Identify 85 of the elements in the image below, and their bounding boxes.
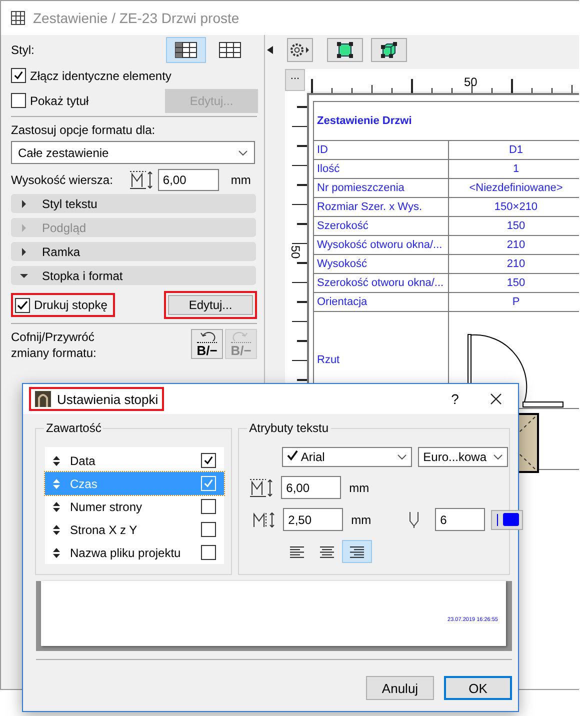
settings-button[interactable] xyxy=(287,38,313,62)
edit-button[interactable]: Edytuj... xyxy=(164,291,257,319)
select-frame-button[interactable] xyxy=(327,38,363,62)
apply-label: Zastosuj opcje formatu dla: xyxy=(11,123,156,137)
window-title: Zestawienie / ZE-23 Drzwi proste xyxy=(33,10,240,26)
text-width-icon xyxy=(251,510,278,530)
table-cell: Rozmiar Szer. x Wys. xyxy=(314,198,448,216)
ruler-label: 50 xyxy=(464,75,478,89)
list-item[interactable]: Numer strony xyxy=(45,495,224,518)
caret-icon xyxy=(493,454,504,460)
reorder-icon[interactable] xyxy=(53,548,60,558)
grid-icon xyxy=(11,11,25,25)
collapsed-triangle-icon xyxy=(20,200,28,208)
checkbox[interactable] xyxy=(11,93,26,108)
section-header[interactable]: Ramka xyxy=(11,242,256,261)
text-height-icon xyxy=(249,476,276,498)
ok-button[interactable]: OK xyxy=(444,676,512,700)
checkbox-icon[interactable] xyxy=(15,298,30,312)
section-header[interactable]: Stopka i format xyxy=(11,266,256,285)
more-button[interactable]: ... xyxy=(285,69,305,91)
row-height-label: Wysokość wiersza: xyxy=(11,172,113,186)
list-item[interactable]: Strona X z Y xyxy=(45,518,224,541)
pen-field[interactable]: 6 xyxy=(435,508,486,531)
checkbox[interactable] xyxy=(201,499,216,514)
text-height-field[interactable]: 6,00 xyxy=(281,476,342,499)
dialog-title: Ustawienia stopki xyxy=(29,387,164,411)
checkbox[interactable] xyxy=(201,545,216,560)
collapse-arrow-icon[interactable] xyxy=(267,46,273,54)
undo-label: Cofnij/Przywróć zmiany formatu: xyxy=(11,329,98,361)
align-right-icon xyxy=(349,544,366,558)
reorder-icon[interactable] xyxy=(53,524,60,534)
align-center-icon xyxy=(319,544,336,558)
charset-dropdown[interactable]: Euro...kowa xyxy=(418,447,508,467)
cube-handles-icon xyxy=(381,42,397,58)
unit-label: mm xyxy=(230,172,251,186)
text-width-field[interactable]: 2,50 xyxy=(283,508,344,531)
collapsed-triangle-icon xyxy=(20,248,28,256)
caret-icon xyxy=(238,150,248,156)
unit-label: mm xyxy=(351,512,372,526)
checkbox-label: Pokaż tytuł xyxy=(30,94,89,108)
reorder-icon[interactable] xyxy=(53,502,60,512)
table-cell: ID xyxy=(314,140,448,160)
print-footer-checkbox[interactable]: Drukuj stopkę xyxy=(11,293,116,317)
checkmark-icon xyxy=(287,450,298,461)
undo-button[interactable]: B/− xyxy=(191,329,223,359)
style-label: Styl: xyxy=(11,43,34,57)
unit-label: mm xyxy=(349,480,370,494)
cancel-button[interactable]: Anuluj xyxy=(366,676,434,700)
row-height-field[interactable]: 6,00 xyxy=(158,168,219,190)
reorder-icon[interactable] xyxy=(53,456,60,466)
collapsed-triangle-icon xyxy=(20,224,28,232)
caret-icon xyxy=(397,454,408,460)
ruler-label: 50 xyxy=(288,245,303,259)
checkbox[interactable] xyxy=(201,453,216,468)
group-label: Zawartość xyxy=(44,421,104,435)
table-title: Zestawienie Drzwi xyxy=(314,102,579,140)
pen-icon xyxy=(409,512,420,528)
table-cell: Ilość xyxy=(314,160,448,178)
table-cell: Szerokość xyxy=(314,216,448,236)
list-item[interactable]: Nazwa pliku projektu xyxy=(45,541,224,564)
table-cell: Szerokość otworu okna/... xyxy=(314,274,448,292)
checkbox[interactable] xyxy=(11,68,26,83)
checkbox-label: Złącz identyczne elementy xyxy=(30,68,172,82)
pen-color-button[interactable] xyxy=(491,510,524,530)
table-cell: Wysokość xyxy=(314,254,448,274)
text-height-icon xyxy=(128,168,155,190)
table-cell: Nr pomieszczenia xyxy=(314,178,448,198)
list-item[interactable]: Data xyxy=(45,449,224,472)
group-label: Atrybuty tekstu xyxy=(247,421,331,435)
door-arch-icon xyxy=(35,391,51,407)
table-icon xyxy=(175,42,197,58)
align-right-button[interactable] xyxy=(342,540,372,563)
table-cell: Wysokość otworu okna/... xyxy=(314,236,448,254)
table-style-button[interactable] xyxy=(166,37,206,63)
close-icon[interactable] xyxy=(490,393,502,405)
expanded-triangle-icon xyxy=(20,272,28,280)
table-cell: Orientacja xyxy=(314,292,448,312)
select-cube-button[interactable] xyxy=(371,38,407,62)
table-icon xyxy=(219,42,241,58)
align-left-icon xyxy=(289,544,306,558)
checkbox[interactable] xyxy=(201,522,216,537)
square-handles-icon xyxy=(337,42,353,58)
scope-dropdown[interactable]: Całe zestawienie xyxy=(11,141,255,164)
section-header[interactable]: Styl tekstu xyxy=(11,194,256,213)
font-dropdown[interactable]: Arial xyxy=(282,447,412,467)
